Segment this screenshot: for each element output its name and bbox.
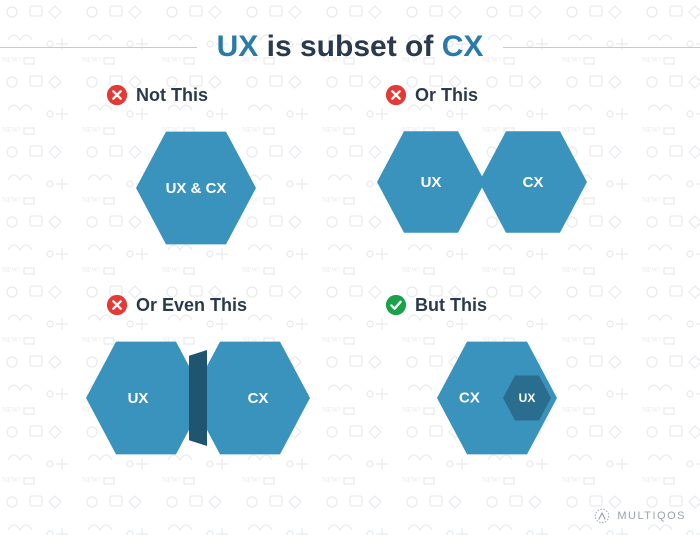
- hexagon-ux: UX: [377, 128, 485, 236]
- hexagon-ux: UX: [86, 338, 206, 458]
- logo-icon: [593, 507, 611, 525]
- cross-icon: [385, 84, 407, 106]
- diagram-content: UX is subset of CX Not This UX & CX Or: [0, 0, 700, 494]
- hexagon-ux-and-cx: UX & CX: [136, 128, 256, 248]
- panel-header: Not This: [50, 84, 345, 106]
- title-row: UX is subset of CX: [0, 0, 700, 84]
- panel-label: Or Even This: [136, 295, 247, 316]
- panel-header: Or This: [355, 84, 650, 106]
- panel-label: Not This: [136, 85, 208, 106]
- hexagon-cx: CX: [479, 128, 587, 236]
- hexagon-cx: CX: [190, 338, 310, 458]
- brand-logo: MULTIQOS: [593, 507, 686, 525]
- panel-label: But This: [415, 295, 487, 316]
- rule-right: [503, 47, 700, 48]
- cross-icon: [106, 294, 128, 316]
- title-ux: UX: [217, 30, 259, 63]
- hexagon-text: UX: [519, 391, 536, 405]
- hexagon-overlap: [189, 350, 207, 446]
- cross-icon: [106, 84, 128, 106]
- panel-or-this: Or This UX CX: [355, 84, 650, 284]
- hexagon-text: CX: [523, 174, 544, 191]
- title-mid: is subset of: [258, 30, 441, 63]
- panel-but-this: But This CX UX: [355, 294, 650, 494]
- hexagon-text: CX: [248, 390, 269, 407]
- page-title: UX is subset of CX: [197, 30, 504, 64]
- title-cx: CX: [442, 30, 484, 63]
- hexagon-text: UX: [128, 390, 149, 407]
- panel-or-even-this: Or Even This UX CX: [50, 294, 345, 494]
- rule-left: [0, 47, 197, 48]
- panel-not-this: Not This UX & CX: [50, 84, 345, 284]
- panels-grid: Not This UX & CX Or This UX CX: [0, 84, 700, 494]
- hexagon-text: UX & CX: [166, 180, 227, 197]
- hexagon-text: CX: [459, 390, 480, 407]
- check-icon: [385, 294, 407, 316]
- panel-label: Or This: [415, 85, 478, 106]
- logo-text: MULTIQOS: [617, 510, 686, 522]
- hexagon-text: UX: [421, 174, 442, 191]
- panel-header: Or Even This: [50, 294, 345, 316]
- panel-header: But This: [355, 294, 650, 316]
